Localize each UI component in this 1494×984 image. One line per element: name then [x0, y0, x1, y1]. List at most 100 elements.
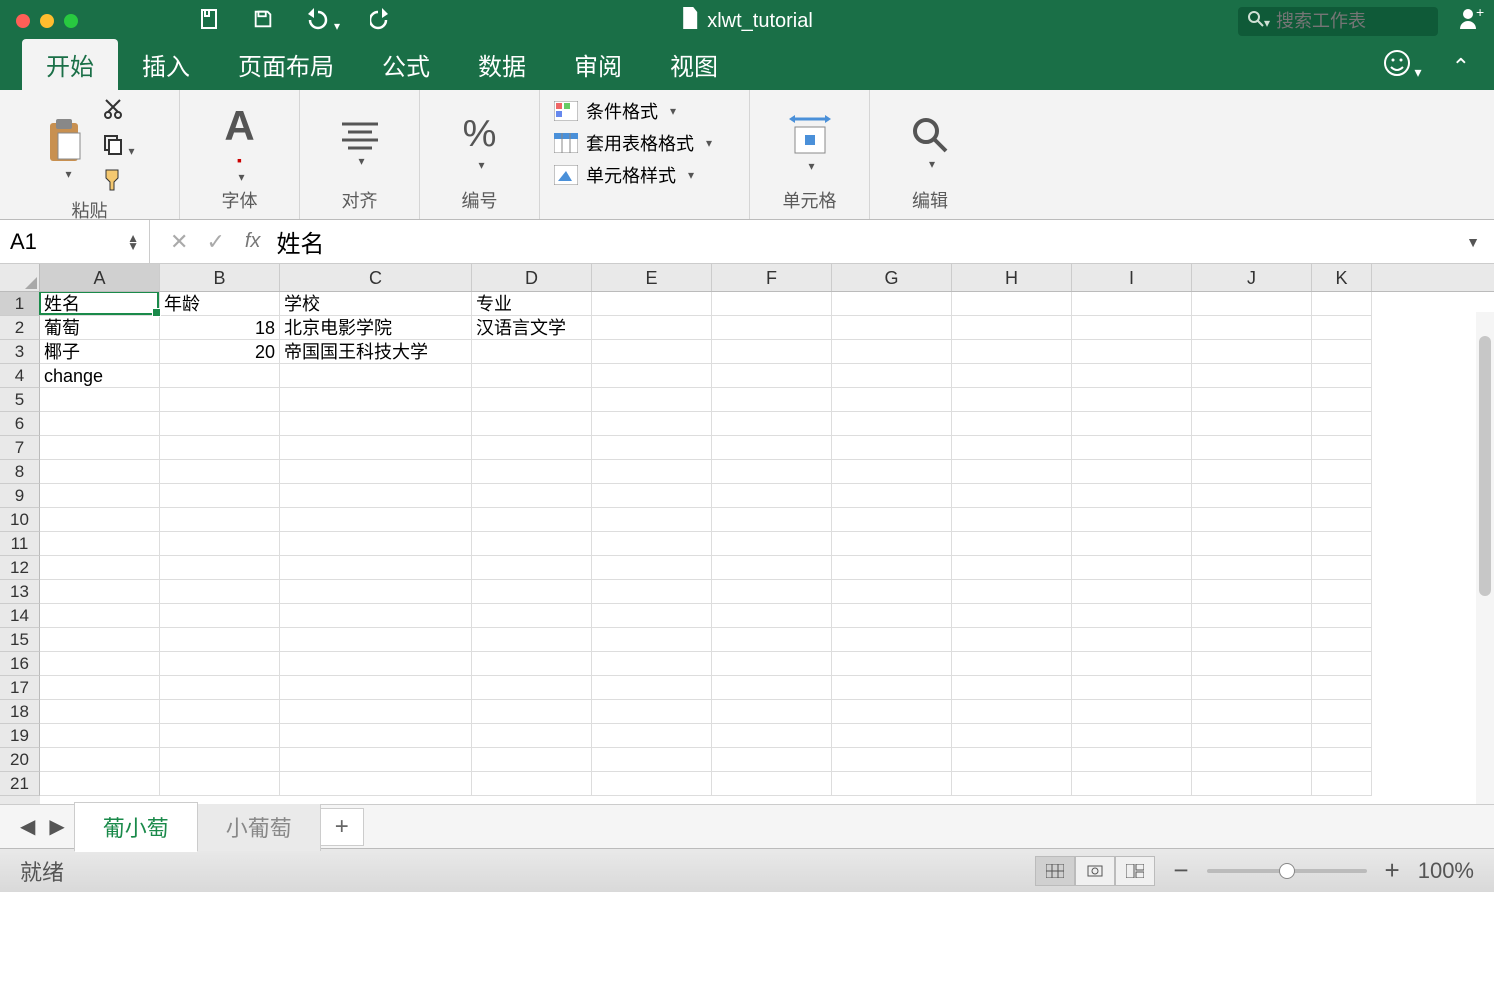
cell-A18[interactable] [40, 700, 160, 724]
cell-K2[interactable] [1312, 316, 1372, 340]
cell-I20[interactable] [1072, 748, 1192, 772]
cell-D20[interactable] [472, 748, 592, 772]
cell-C4[interactable] [280, 364, 472, 388]
cell-G8[interactable] [832, 460, 952, 484]
zoom-slider[interactable] [1207, 869, 1367, 873]
cell-F20[interactable] [712, 748, 832, 772]
undo-icon[interactable]: ▾ [304, 8, 340, 35]
cell-B1[interactable]: 年龄 [160, 292, 280, 316]
cell-B15[interactable] [160, 628, 280, 652]
cell-I13[interactable] [1072, 580, 1192, 604]
row-header-7[interactable]: 7 [0, 436, 40, 460]
number-format-button[interactable]: %▾ [463, 113, 497, 172]
redo-icon[interactable] [370, 8, 392, 35]
cell-K17[interactable] [1312, 676, 1372, 700]
cell-E17[interactable] [592, 676, 712, 700]
cell-G19[interactable] [832, 724, 952, 748]
cell-D13[interactable] [472, 580, 592, 604]
cell-I10[interactable] [1072, 508, 1192, 532]
row-header-14[interactable]: 14 [0, 604, 40, 628]
cells-button[interactable]: ▾ [785, 113, 835, 173]
accept-formula-icon[interactable]: ✓ [206, 229, 224, 255]
cell-F6[interactable] [712, 412, 832, 436]
cell-I6[interactable] [1072, 412, 1192, 436]
row-header-15[interactable]: 15 [0, 628, 40, 652]
cell-J4[interactable] [1192, 364, 1312, 388]
column-header-E[interactable]: E [592, 264, 712, 291]
cell-D16[interactable] [472, 652, 592, 676]
cell-K6[interactable] [1312, 412, 1372, 436]
row-header-11[interactable]: 11 [0, 532, 40, 556]
column-header-H[interactable]: H [952, 264, 1072, 291]
cells-area[interactable]: 姓名年龄学校专业葡萄18北京电影学院汉语言文学椰子20帝国国王科技大学chang… [40, 292, 1494, 804]
cell-H6[interactable] [952, 412, 1072, 436]
cell-I15[interactable] [1072, 628, 1192, 652]
cell-H16[interactable] [952, 652, 1072, 676]
cell-G11[interactable] [832, 532, 952, 556]
cell-E18[interactable] [592, 700, 712, 724]
page-layout-view-button[interactable] [1075, 856, 1115, 886]
cell-I1[interactable] [1072, 292, 1192, 316]
cell-D11[interactable] [472, 532, 592, 556]
cell-J18[interactable] [1192, 700, 1312, 724]
tab-data[interactable]: 数据 [454, 39, 550, 90]
cell-D15[interactable] [472, 628, 592, 652]
cell-D19[interactable] [472, 724, 592, 748]
tab-home[interactable]: 开始 [22, 39, 118, 90]
cell-B18[interactable] [160, 700, 280, 724]
cell-A14[interactable] [40, 604, 160, 628]
select-all-corner[interactable] [0, 264, 40, 291]
cell-I21[interactable] [1072, 772, 1192, 796]
cell-styles-button[interactable]: 单元格样式▾ [554, 162, 712, 188]
cell-J8[interactable] [1192, 460, 1312, 484]
column-header-J[interactable]: J [1192, 264, 1312, 291]
cell-E9[interactable] [592, 484, 712, 508]
row-header-8[interactable]: 8 [0, 460, 40, 484]
row-header-20[interactable]: 20 [0, 748, 40, 772]
cell-K11[interactable] [1312, 532, 1372, 556]
cell-H18[interactable] [952, 700, 1072, 724]
cell-G2[interactable] [832, 316, 952, 340]
cell-J19[interactable] [1192, 724, 1312, 748]
row-header-6[interactable]: 6 [0, 412, 40, 436]
cell-B11[interactable] [160, 532, 280, 556]
zoom-out-button[interactable]: − [1173, 855, 1188, 886]
cell-C19[interactable] [280, 724, 472, 748]
cell-A20[interactable] [40, 748, 160, 772]
cell-H10[interactable] [952, 508, 1072, 532]
cell-D1[interactable]: 专业 [472, 292, 592, 316]
cell-E21[interactable] [592, 772, 712, 796]
search-input[interactable] [1276, 11, 1416, 32]
cell-E8[interactable] [592, 460, 712, 484]
cell-G20[interactable] [832, 748, 952, 772]
row-header-9[interactable]: 9 [0, 484, 40, 508]
cell-B17[interactable] [160, 676, 280, 700]
cell-F9[interactable] [712, 484, 832, 508]
cell-K5[interactable] [1312, 388, 1372, 412]
cell-C14[interactable] [280, 604, 472, 628]
cell-D14[interactable] [472, 604, 592, 628]
cell-B2[interactable]: 18 [160, 316, 280, 340]
cell-E4[interactable] [592, 364, 712, 388]
find-button[interactable]: ▾ [910, 115, 950, 171]
cell-G10[interactable] [832, 508, 952, 532]
cell-J14[interactable] [1192, 604, 1312, 628]
cell-J16[interactable] [1192, 652, 1312, 676]
cell-D5[interactable] [472, 388, 592, 412]
cell-G3[interactable] [832, 340, 952, 364]
copy-icon[interactable]: ▾ [102, 133, 134, 160]
save-icon[interactable] [252, 8, 274, 35]
maximize-window-button[interactable] [64, 14, 78, 28]
cell-F16[interactable] [712, 652, 832, 676]
cell-B9[interactable] [160, 484, 280, 508]
cell-B20[interactable] [160, 748, 280, 772]
cell-E3[interactable] [592, 340, 712, 364]
cell-C15[interactable] [280, 628, 472, 652]
cell-K15[interactable] [1312, 628, 1372, 652]
cell-I14[interactable] [1072, 604, 1192, 628]
cell-D9[interactable] [472, 484, 592, 508]
cell-B7[interactable] [160, 436, 280, 460]
cell-E7[interactable] [592, 436, 712, 460]
cell-I8[interactable] [1072, 460, 1192, 484]
cell-I5[interactable] [1072, 388, 1192, 412]
